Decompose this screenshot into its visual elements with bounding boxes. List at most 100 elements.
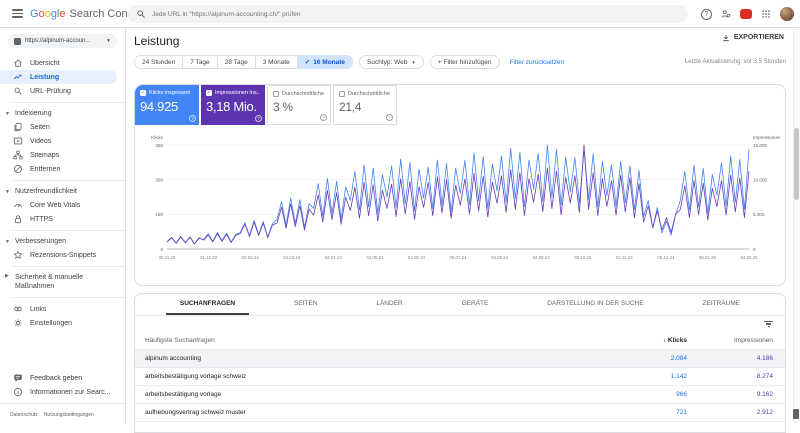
terms-link[interactable]: Nutzungsbedingungen <box>44 412 94 418</box>
chip-24-stunden[interactable]: 24 Stunden <box>134 55 184 69</box>
avatar[interactable] <box>780 7 794 21</box>
sidebar-section-verbesserungen[interactable]: ▼ Verbesserungen <box>0 235 125 248</box>
sidebar-item-sitemaps[interactable]: Sitemaps <box>0 148 125 162</box>
sidebar-item-https[interactable]: HTTPS <box>0 212 125 226</box>
tab-laender[interactable]: LÄNDER <box>362 294 416 315</box>
links-icon <box>13 304 23 314</box>
sidebar-item-leistung[interactable]: Leistung <box>0 70 117 84</box>
chevron-down-icon: ▼ <box>106 38 111 44</box>
lock-icon <box>13 214 23 224</box>
sidebar-section-sicherheit[interactable]: ▶ Sicherheit & manuelle Maßnahmen <box>0 271 125 293</box>
help-icon[interactable]: ? <box>701 8 712 20</box>
table-filter-icon[interactable] <box>764 320 773 328</box>
sidebar-item-entfernen[interactable]: Entfernen <box>0 162 125 176</box>
checkbox-unchecked-icon[interactable] <box>339 91 345 97</box>
magnifier-icon <box>13 86 23 96</box>
tab-darstellung[interactable]: DARSTELLUNG IN DER SUCHE <box>533 294 657 315</box>
scrollbar-thumb[interactable] <box>794 128 799 200</box>
metric-card-ctr[interactable]: Durchschnittliche ... 3 % ? <box>267 85 331 125</box>
svg-text:04.05.24: 04.05.24 <box>366 255 384 260</box>
sidebar-item-feedback[interactable]: Feedback geben <box>0 371 125 385</box>
divider <box>12 180 125 181</box>
tab-seiten[interactable]: SEITEN <box>280 294 331 315</box>
url-inspect-input[interactable] <box>152 10 680 18</box>
svg-text:05.10.24: 05.10.24 <box>574 255 592 260</box>
url-inspect-searchbox[interactable] <box>128 5 688 23</box>
chip-28-tage[interactable]: 28 Tage <box>217 55 256 69</box>
svg-text:04.02.25: 04.02.25 <box>740 255 758 260</box>
chip-7-tage[interactable]: 7 Tage <box>183 55 218 69</box>
metric-card-klicks[interactable]: ✓ Klicks insgesamt 94.925 ? <box>135 85 199 125</box>
col-clicks-header[interactable]: ↓ Klicks <box>607 337 687 344</box>
sidebar-item-uebersicht[interactable]: Übersicht <box>0 56 125 70</box>
svg-text:04.08.24: 04.08.24 <box>491 255 509 260</box>
chip-16-monate[interactable]: ✓ 16 Monate <box>297 55 354 69</box>
sidebar-item-videos[interactable]: Videos <box>0 134 125 148</box>
svg-text:10.000: 10.000 <box>753 177 767 182</box>
property-label: https://alpinum-accoun... <box>25 38 91 44</box>
privacy-link[interactable]: Datenschutz <box>10 412 38 418</box>
series-impressionen <box>166 144 750 245</box>
search-type-dropdown[interactable]: Suchtyp: Web ▼ <box>359 55 424 69</box>
help-icon[interactable]: ? <box>189 115 196 122</box>
col-impressions-header[interactable]: Impressionen <box>687 337 773 344</box>
tab-zeitraeume[interactable]: ZEITRÄUME <box>689 294 755 315</box>
svg-text:05.01.25: 05.01.25 <box>699 255 717 260</box>
scroll-down-button[interactable] <box>793 409 799 419</box>
divider <box>12 230 125 231</box>
sidebar-item-einstellungen[interactable]: Einstellungen <box>0 316 125 330</box>
chevron-down-icon: ▼ <box>411 59 416 65</box>
table-row[interactable]: arbeitsbestätigung vorlage 966 9.162 <box>135 386 785 404</box>
property-selector[interactable]: https://alpinum-accoun... ▼ <box>8 34 117 48</box>
sidebar-item-info[interactable]: Informationen zur Searc... <box>0 385 125 399</box>
table-row[interactable]: arbeitsbestätigung vorlage schweiz 1.142… <box>135 368 785 386</box>
add-filter-button[interactable]: + Filter hinzufügen <box>429 55 500 69</box>
reset-filters-link[interactable]: Filter zurücksetzen <box>510 59 565 66</box>
help-icon[interactable]: ? <box>386 114 393 121</box>
svg-text:31.12.23: 31.12.23 <box>200 255 218 260</box>
col-query-header[interactable]: Häufigste Suchanfragen <box>145 337 607 344</box>
apps-grid-icon[interactable] <box>761 9 771 19</box>
svg-text:15.000: 15.000 <box>753 143 767 148</box>
metric-value-klicks: 94.925 <box>140 99 178 114</box>
help-icon[interactable]: ? <box>320 114 327 121</box>
sidebar: https://alpinum-accoun... ▼ Übersicht Le… <box>0 28 126 423</box>
tab-geraete[interactable]: GERÄTE <box>448 294 503 315</box>
property-icon <box>14 37 21 45</box>
checkbox-checked-icon[interactable]: ✓ <box>206 90 212 96</box>
performance-line-chart[interactable]: 450 15.000 300 10.000 150 5.000 0 0 Klicks Impres… <box>139 133 783 281</box>
sidebar-section-indexierung[interactable]: ▼ Indexierung <box>0 107 125 120</box>
info-icon <box>13 387 23 397</box>
video-icon <box>13 136 23 146</box>
tab-suchanfragen[interactable]: SUCHANFRAGEN <box>165 294 250 315</box>
home-icon <box>13 58 23 68</box>
user-settings-icon[interactable] <box>721 9 731 19</box>
sidebar-item-core-web-vitals[interactable]: Core Web Vitals <box>0 198 125 212</box>
checkbox-checked-icon[interactable]: ✓ <box>140 90 146 96</box>
speedometer-icon <box>13 200 23 210</box>
sidebar-item-links[interactable]: Links <box>0 302 125 316</box>
metric-card-position[interactable]: Durchschnittliche ... 21,4 ? <box>333 85 397 125</box>
table-row[interactable]: alpinum accounting 2.084 4.186 <box>135 350 785 368</box>
sidebar-item-url-pruefung[interactable]: URL-Prüfung <box>0 84 125 98</box>
chip-3-monate[interactable]: 3 Monate <box>255 55 298 69</box>
sidebar-section-nutzerfreundlichkeit[interactable]: ▼ Nutzerfreundlichkeit <box>0 185 125 198</box>
checkbox-unchecked-icon[interactable] <box>273 91 279 97</box>
notifications-badge[interactable] <box>740 9 752 19</box>
export-button[interactable]: EXPORTIEREN <box>722 33 784 42</box>
metric-card-impressionen[interactable]: ✓ Impressionen ins... 3,18 Mio. ? <box>201 85 265 125</box>
search-icon <box>136 9 146 19</box>
menu-icon[interactable] <box>4 9 30 18</box>
help-icon[interactable]: ? <box>255 115 262 122</box>
vertical-scrollbar[interactable] <box>793 28 800 423</box>
feedback-icon <box>13 373 23 383</box>
sidebar-item-seiten[interactable]: Seiten <box>0 120 125 134</box>
filter-bar: 24 Stunden 7 Tage 28 Tage 3 Monate ✓ 16 … <box>134 55 786 69</box>
remove-icon <box>13 164 23 174</box>
svg-text:02.03.24: 02.03.24 <box>283 255 301 260</box>
metric-value-ctr: 3 % <box>273 100 293 114</box>
table-row[interactable]: aufhebungsvertrag schweiz muster 721 2.9… <box>135 404 785 422</box>
svg-text:04.11.24: 04.11.24 <box>616 255 633 260</box>
sidebar-item-rezensions-snippets[interactable]: Rezensions-Snippets <box>0 248 125 262</box>
svg-text:05.12.24: 05.12.24 <box>657 255 675 260</box>
